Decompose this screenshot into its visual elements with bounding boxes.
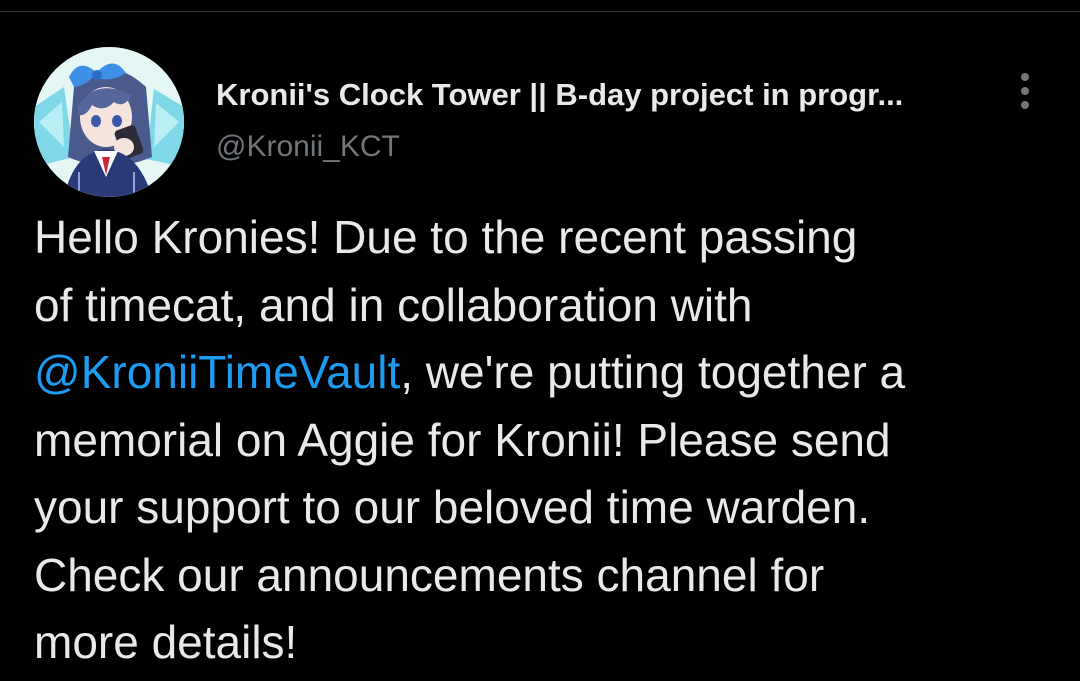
avatar[interactable] <box>34 47 184 197</box>
user-handle[interactable]: @Kronii_KCT <box>216 128 986 166</box>
more-vertical-icon <box>1021 73 1029 81</box>
tweet-text-fragment: , we're putting together a <box>400 346 906 398</box>
tweet-text-line: @KroniiTimeVault, we're putting together… <box>34 339 1054 407</box>
tweet-text-line: of timecat, and in collaboration with <box>34 278 753 331</box>
anime-character-avatar-icon <box>34 47 184 197</box>
tweet-text-line: Hello Kronies! Due to the recent passing <box>34 211 858 263</box>
tweet-text-line: memorial on Aggie for Kronii! Please sen… <box>34 413 891 466</box>
tweet: Kronii's Clock Tower || B-day project in… <box>0 0 1080 681</box>
tweet-text: Hello Kronies! Due to the recent passing… <box>34 204 1054 677</box>
tweet-header: Kronii's Clock Tower || B-day project in… <box>216 76 986 166</box>
tweet-text-line: Check our announcements channel for <box>34 548 825 601</box>
mention-link[interactable]: @KroniiTimeVault <box>34 346 400 398</box>
display-name[interactable]: Kronii's Clock Tower || B-day project in… <box>216 76 976 114</box>
tweet-text-line: your support to our beloved time warden. <box>34 481 871 533</box>
tweet-text-line: more details! <box>34 616 298 668</box>
more-options-button[interactable] <box>1006 70 1046 114</box>
